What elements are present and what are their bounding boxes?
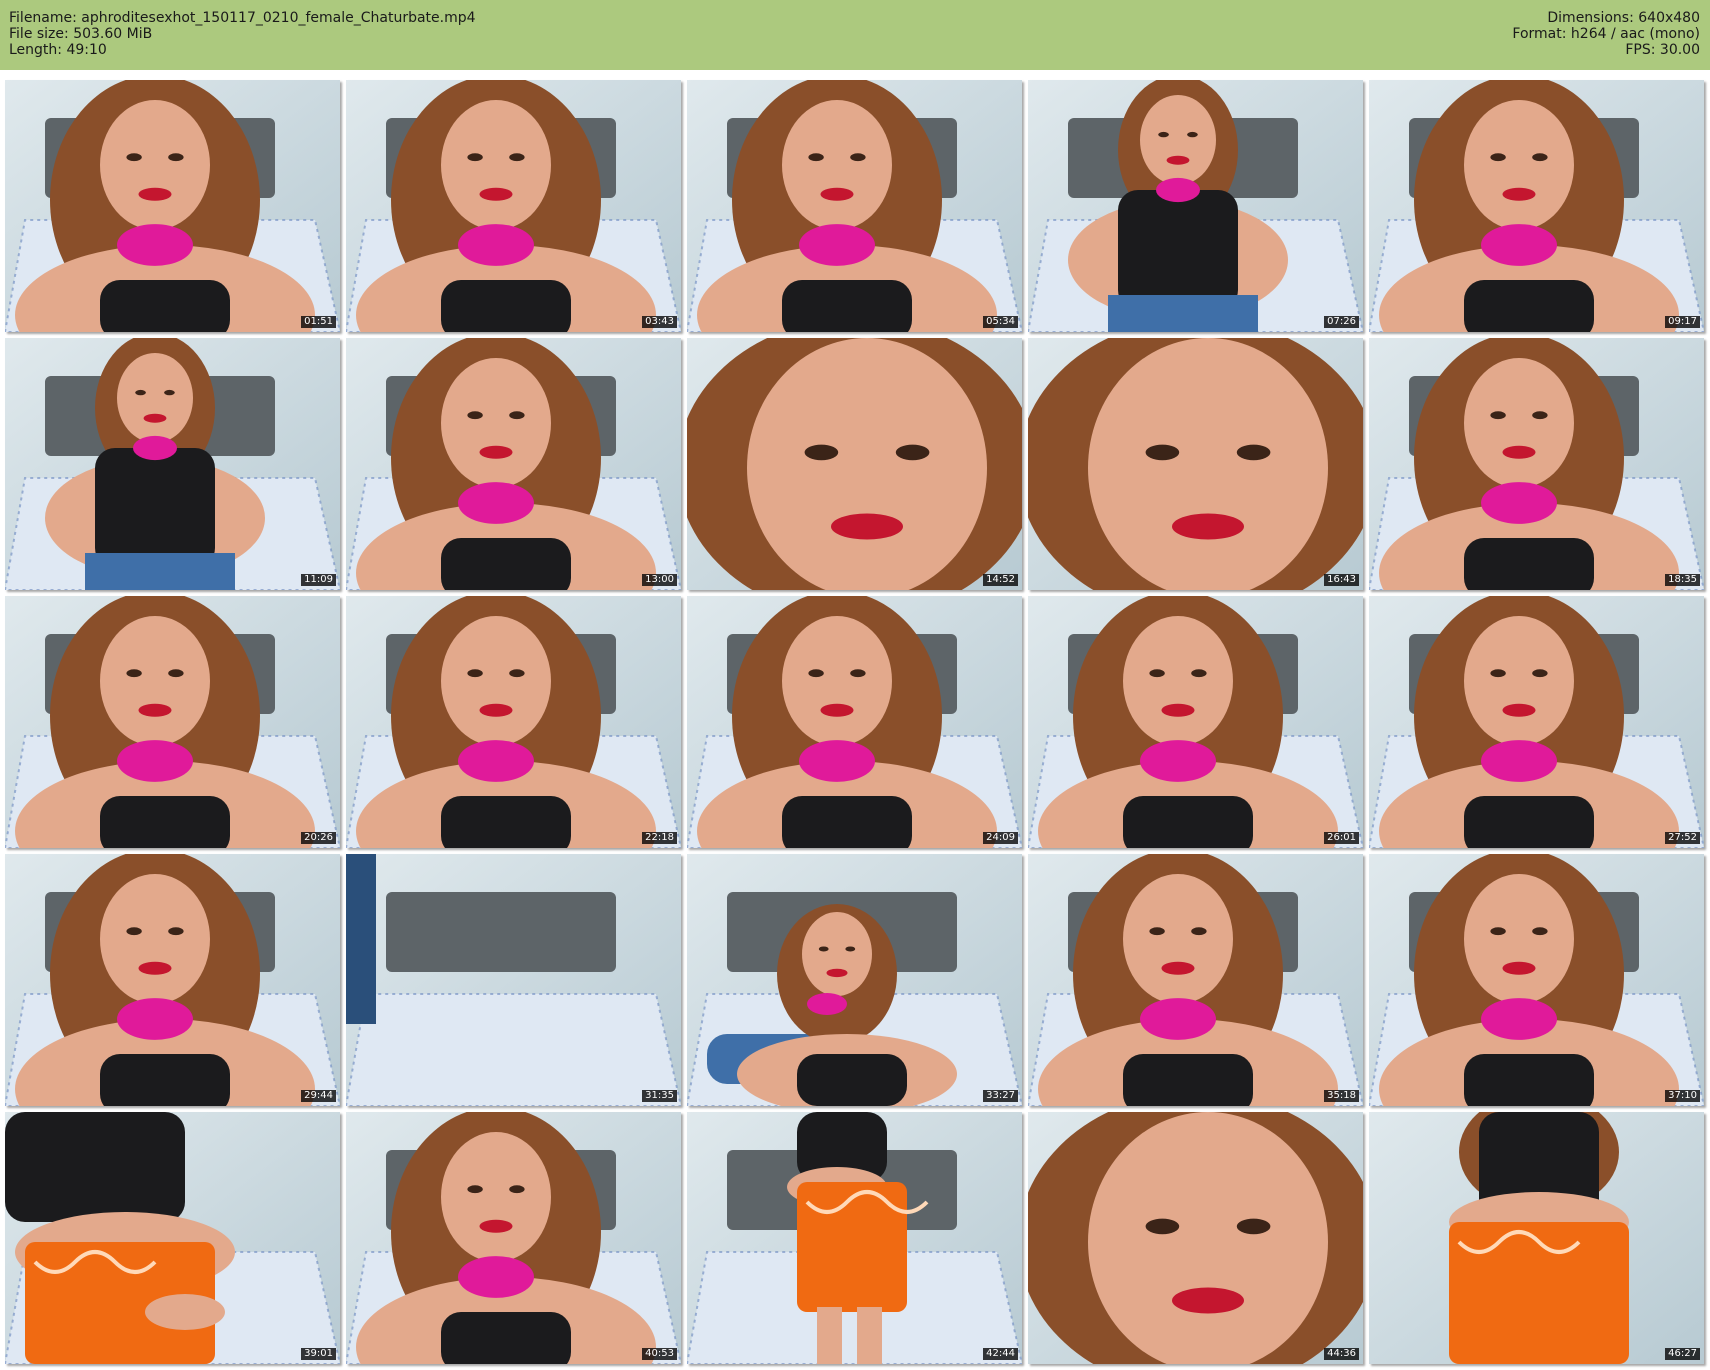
video-thumbnail[interactable]: 29:44 <box>5 854 340 1106</box>
stream-info: Dimensions: 640x480 Format: h264 / aac (… <box>1512 10 1700 58</box>
file-size-label: File size: 503.60 MiB <box>9 26 153 42</box>
video-thumbnail[interactable]: 11:09 <box>5 338 340 590</box>
video-thumbnail[interactable]: 39:01 <box>5 1112 340 1364</box>
frame-image <box>5 1112 340 1364</box>
video-thumbnail[interactable]: 07:26 <box>1028 80 1363 332</box>
timestamp-label: 13:00 <box>642 574 677 586</box>
timestamp-label: 18:35 <box>1665 574 1700 586</box>
timestamp-label: 07:26 <box>1324 316 1359 328</box>
video-thumbnail[interactable]: 40:53 <box>346 1112 681 1364</box>
thumbnail-grid: 01:51 03:43 05:34 07:26 09:17 11:09 13:0… <box>5 80 1705 1366</box>
video-thumbnail[interactable]: 03:43 <box>346 80 681 332</box>
timestamp-label: 22:18 <box>642 832 677 844</box>
fps-label: FPS: 30.00 <box>1625 42 1700 58</box>
video-thumbnail[interactable]: 13:00 <box>346 338 681 590</box>
frame-image <box>687 80 1022 332</box>
timestamp-label: 46:27 <box>1665 1348 1700 1360</box>
timestamp-label: 09:17 <box>1665 316 1700 328</box>
timestamp-label: 39:01 <box>301 1348 336 1360</box>
video-thumbnail[interactable]: 37:10 <box>1369 854 1704 1106</box>
video-thumbnail[interactable]: 09:17 <box>1369 80 1704 332</box>
video-thumbnail[interactable]: 14:52 <box>687 338 1022 590</box>
timestamp-label: 01:51 <box>301 316 336 328</box>
filename-label: Filename: aphroditesexhot_150117_0210_fe… <box>9 10 476 26</box>
timestamp-label: 14:52 <box>983 574 1018 586</box>
dimensions-label: Dimensions: 640x480 <box>1547 10 1700 26</box>
timestamp-label: 03:43 <box>642 316 677 328</box>
frame-image <box>5 854 340 1106</box>
timestamp-label: 20:26 <box>301 832 336 844</box>
frame-image <box>687 854 1022 1106</box>
timestamp-label: 37:10 <box>1665 1090 1700 1102</box>
info-header: Filename: aphroditesexhot_150117_0210_fe… <box>0 0 1710 70</box>
timestamp-label: 35:18 <box>1324 1090 1359 1102</box>
frame-image <box>1369 1112 1704 1364</box>
frame-image <box>5 80 340 332</box>
frame-image <box>1028 854 1363 1106</box>
timestamp-label: 33:27 <box>983 1090 1018 1102</box>
frame-image <box>346 80 681 332</box>
frame-image <box>687 596 1022 848</box>
timestamp-label: 24:09 <box>983 832 1018 844</box>
frame-image <box>1369 80 1704 332</box>
video-thumbnail[interactable]: 31:35 <box>346 854 681 1106</box>
timestamp-label: 40:53 <box>642 1348 677 1360</box>
timestamp-label: 11:09 <box>301 574 336 586</box>
video-thumbnail[interactable]: 20:26 <box>5 596 340 848</box>
frame-image <box>1028 80 1363 332</box>
video-thumbnail[interactable]: 16:43 <box>1028 338 1363 590</box>
video-thumbnail[interactable]: 05:34 <box>687 80 1022 332</box>
video-thumbnail[interactable]: 46:27 <box>1369 1112 1704 1364</box>
frame-image <box>1028 1112 1363 1364</box>
video-thumbnail[interactable]: 35:18 <box>1028 854 1363 1106</box>
video-thumbnail[interactable]: 01:51 <box>5 80 340 332</box>
file-info: Filename: aphroditesexhot_150117_0210_fe… <box>9 10 476 58</box>
video-thumbnail[interactable]: 27:52 <box>1369 596 1704 848</box>
video-thumbnail[interactable]: 33:27 <box>687 854 1022 1106</box>
format-label: Format: h264 / aac (mono) <box>1512 26 1700 42</box>
frame-image <box>687 338 1022 590</box>
frame-image <box>5 338 340 590</box>
video-thumbnail[interactable]: 22:18 <box>346 596 681 848</box>
frame-image <box>346 338 681 590</box>
timestamp-label: 29:44 <box>301 1090 336 1102</box>
timestamp-label: 44:36 <box>1324 1348 1359 1360</box>
timestamp-label: 42:44 <box>983 1348 1018 1360</box>
timestamp-label: 27:52 <box>1665 832 1700 844</box>
frame-image <box>346 854 681 1106</box>
video-thumbnail[interactable]: 26:01 <box>1028 596 1363 848</box>
frame-image <box>346 1112 681 1364</box>
frame-image <box>5 596 340 848</box>
video-thumbnail[interactable]: 42:44 <box>687 1112 1022 1364</box>
video-thumbnail[interactable]: 18:35 <box>1369 338 1704 590</box>
frame-image <box>1028 596 1363 848</box>
timestamp-label: 26:01 <box>1324 832 1359 844</box>
timestamp-label: 05:34 <box>983 316 1018 328</box>
frame-image <box>346 596 681 848</box>
frame-image <box>687 1112 1022 1364</box>
frame-image <box>1369 854 1704 1106</box>
frame-image <box>1369 338 1704 590</box>
video-thumbnail[interactable]: 24:09 <box>687 596 1022 848</box>
length-label: Length: 49:10 <box>9 42 107 58</box>
frame-image <box>1028 338 1363 590</box>
frame-image <box>1369 596 1704 848</box>
timestamp-label: 31:35 <box>642 1090 677 1102</box>
video-thumbnail[interactable]: 44:36 <box>1028 1112 1363 1364</box>
timestamp-label: 16:43 <box>1324 574 1359 586</box>
